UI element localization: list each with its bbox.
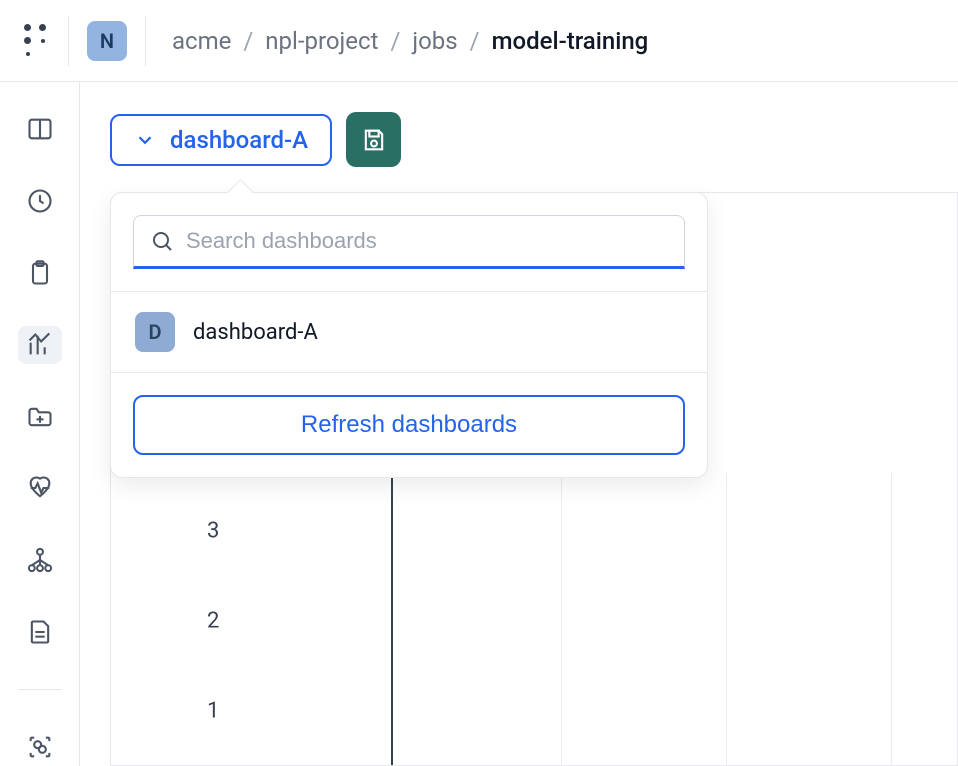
chart-y-tick: 3 — [207, 519, 219, 544]
breadcrumb-item-current[interactable]: model-training — [492, 27, 649, 55]
dashboard-list: D dashboard-A — [111, 291, 707, 373]
breadcrumb-separator: / — [390, 27, 400, 55]
chart-icon[interactable] — [18, 326, 62, 364]
chart-y-tick: 2 — [207, 609, 219, 634]
chart-y-tick: 1 — [207, 699, 219, 724]
columns-icon[interactable] — [18, 110, 62, 148]
dashboard-selector[interactable]: dashboard-A — [110, 114, 332, 166]
save-icon — [360, 126, 388, 154]
breadcrumb-separator: / — [470, 27, 480, 55]
app-menu-icon[interactable] — [20, 26, 50, 56]
workspace-avatar[interactable]: N — [87, 21, 127, 61]
sidebar-separator — [18, 689, 62, 690]
breadcrumb-item[interactable]: jobs — [412, 27, 457, 55]
dashboard-item-name: dashboard-A — [193, 320, 318, 345]
chart-gridline — [561, 473, 562, 765]
clock-icon[interactable] — [18, 182, 62, 220]
dashboard-header: dashboard-A — [110, 112, 928, 167]
main-content: dashboard-A 3 2 1 D — [80, 82, 958, 766]
chart-gridline — [726, 473, 727, 765]
clipboard-icon[interactable] — [18, 254, 62, 292]
search-box — [133, 215, 685, 269]
search-icon — [150, 229, 174, 253]
dashboard-selector-label: dashboard-A — [170, 126, 308, 154]
folder-plus-icon[interactable] — [18, 398, 62, 436]
scan-icon[interactable] — [18, 728, 62, 766]
save-button[interactable] — [346, 112, 401, 167]
breadcrumb: acme / npl-project / jobs / model-traini… — [172, 27, 648, 55]
breadcrumb-separator: / — [243, 27, 253, 55]
topbar: N acme / npl-project / jobs / model-trai… — [0, 0, 958, 82]
breadcrumb-item[interactable]: acme — [172, 27, 231, 55]
dashboard-item-avatar: D — [135, 312, 175, 352]
dashboard-dropdown: D dashboard-A Refresh dashboards — [110, 192, 708, 478]
dashboard-list-item[interactable]: D dashboard-A — [111, 292, 707, 372]
breadcrumb-item[interactable]: npl-project — [265, 27, 378, 55]
refresh-dashboards-button[interactable]: Refresh dashboards — [133, 395, 685, 455]
search-input[interactable] — [186, 228, 668, 254]
search-wrap — [111, 193, 707, 291]
document-icon[interactable] — [18, 613, 62, 651]
divider — [68, 16, 69, 66]
chart-y-axis — [391, 473, 393, 765]
sidebar — [0, 82, 80, 766]
divider — [145, 16, 146, 66]
heartbeat-icon[interactable] — [18, 470, 62, 508]
chevron-down-icon — [134, 129, 156, 151]
chart-gridline — [891, 473, 892, 765]
network-icon[interactable] — [18, 541, 62, 579]
